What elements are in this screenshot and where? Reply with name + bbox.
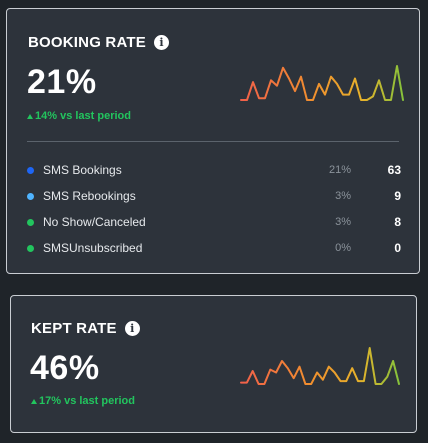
booking-rate-sparkline bbox=[240, 65, 404, 101]
list-item: SMS Bookings 21% 63 bbox=[27, 157, 403, 183]
legend-percent: 0% bbox=[335, 242, 351, 254]
legend-count: 8 bbox=[394, 215, 401, 229]
legend-label: SMS Rebookings bbox=[43, 189, 136, 203]
legend-dot bbox=[27, 218, 34, 226]
legend-dot bbox=[27, 192, 34, 200]
trend-up-icon bbox=[27, 113, 33, 119]
legend-label: No Show/Canceled bbox=[43, 215, 146, 229]
legend-count: 63 bbox=[387, 163, 401, 177]
kept-rate-sparkline bbox=[240, 347, 400, 385]
info-icon[interactable]: i bbox=[153, 35, 169, 50]
legend-label: SMSUnsubscribed bbox=[43, 241, 143, 255]
legend-percent: 21% bbox=[328, 164, 351, 176]
info-icon[interactable]: i bbox=[124, 321, 140, 336]
list-item: SMS Rebookings 3% 9 bbox=[27, 183, 403, 209]
legend-percent: 3% bbox=[335, 190, 351, 202]
booking-rate-value: 21% bbox=[27, 63, 97, 101]
kept-rate-delta: 17% vs last period bbox=[31, 395, 135, 407]
kept-rate-delta-text: 17% vs last period bbox=[39, 395, 135, 407]
legend-dot bbox=[27, 166, 34, 174]
kept-rate-title: KEPT RATE bbox=[31, 320, 117, 337]
trend-up-icon bbox=[31, 398, 37, 404]
list-item: No Show/Canceled 3% 8 bbox=[27, 209, 403, 235]
sparkline-series bbox=[240, 65, 404, 101]
divider bbox=[27, 141, 399, 142]
legend-percent: 3% bbox=[335, 216, 351, 228]
booking-rate-card: BOOKING RATE i 21% 14% vs last period SM… bbox=[6, 8, 420, 274]
booking-rate-title: BOOKING RATE bbox=[28, 34, 146, 51]
legend-count: 9 bbox=[394, 189, 401, 203]
legend-dot bbox=[27, 244, 34, 252]
kept-rate-header: KEPT RATE i bbox=[31, 320, 140, 337]
list-item: SMSUnsubscribed 0% 0 bbox=[27, 235, 403, 261]
booking-breakdown-list: SMS Bookings 21% 63 SMS Rebookings 3% 9 … bbox=[27, 157, 403, 261]
booking-rate-header: BOOKING RATE i bbox=[28, 34, 169, 51]
booking-rate-delta-text: 14% vs last period bbox=[35, 110, 131, 122]
kept-rate-card: KEPT RATE i 46% 17% vs last period bbox=[10, 295, 417, 433]
kept-rate-value: 46% bbox=[30, 349, 100, 387]
legend-count: 0 bbox=[394, 241, 401, 255]
booking-rate-delta: 14% vs last period bbox=[27, 110, 131, 122]
sparkline-series bbox=[240, 347, 400, 385]
legend-label: SMS Bookings bbox=[43, 163, 122, 177]
